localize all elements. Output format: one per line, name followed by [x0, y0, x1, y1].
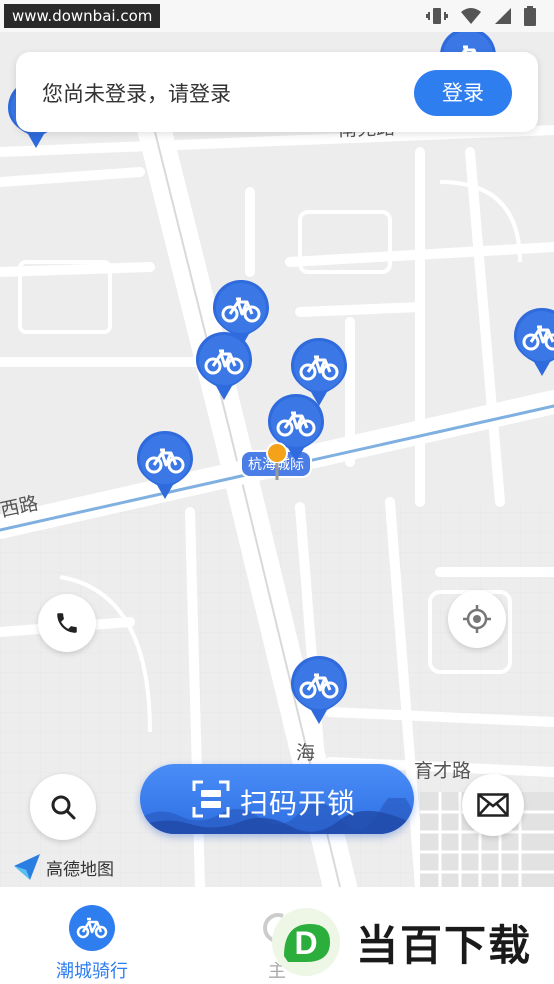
amap-logo-icon	[14, 854, 40, 880]
mail-icon	[477, 793, 509, 817]
watermark-text: 当百下载	[356, 920, 533, 970]
status-bar: www.downbai.com	[0, 0, 554, 32]
wifi-icon	[461, 8, 481, 24]
battery-icon	[524, 6, 536, 26]
scan-unlock-button[interactable]: 扫码开锁	[140, 764, 414, 834]
login-card: 您尚未登录，请登录 登录	[16, 52, 538, 132]
amap-text: 高德地图	[46, 859, 114, 880]
road-label-hai: 海	[296, 742, 316, 764]
watermark-url: www.downbai.com	[4, 4, 161, 28]
bike-icon	[69, 905, 115, 951]
search-icon	[51, 795, 76, 820]
call-button[interactable]	[38, 594, 96, 652]
login-prompt: 您尚未登录，请登录	[42, 82, 231, 106]
locate-icon	[463, 605, 491, 633]
tab-ride[interactable]: 潮城骑行	[37, 887, 147, 983]
locate-button[interactable]	[448, 590, 506, 648]
scan-icon	[192, 780, 230, 818]
message-button[interactable]	[462, 774, 524, 836]
svg-text:D: D	[294, 925, 317, 961]
vibrate-icon	[426, 8, 448, 24]
road-label-yucai: 育才路	[414, 760, 472, 782]
current-location-marker	[266, 442, 288, 480]
login-button[interactable]: 登录	[414, 70, 512, 116]
scan-unlock-label: 扫码开锁	[240, 787, 357, 820]
search-button[interactable]	[30, 774, 96, 840]
amap-attribution: 高德地图	[12, 852, 114, 882]
tab-ride-label: 潮城骑行	[56, 961, 128, 982]
bike-pin[interactable]	[289, 654, 349, 726]
watermark-d-icon: D	[272, 908, 340, 976]
phone-icon	[57, 613, 77, 633]
status-icons	[426, 6, 536, 26]
signal-icon	[495, 8, 511, 24]
bike-pin[interactable]	[135, 429, 195, 501]
bike-pin[interactable]	[512, 306, 554, 378]
bike-pin[interactable]	[194, 330, 254, 402]
map-view[interactable]: 南苑路 西路 海 育才路 杭海城际	[0, 32, 554, 887]
watermark-logo: D 当百下载	[270, 900, 554, 984]
